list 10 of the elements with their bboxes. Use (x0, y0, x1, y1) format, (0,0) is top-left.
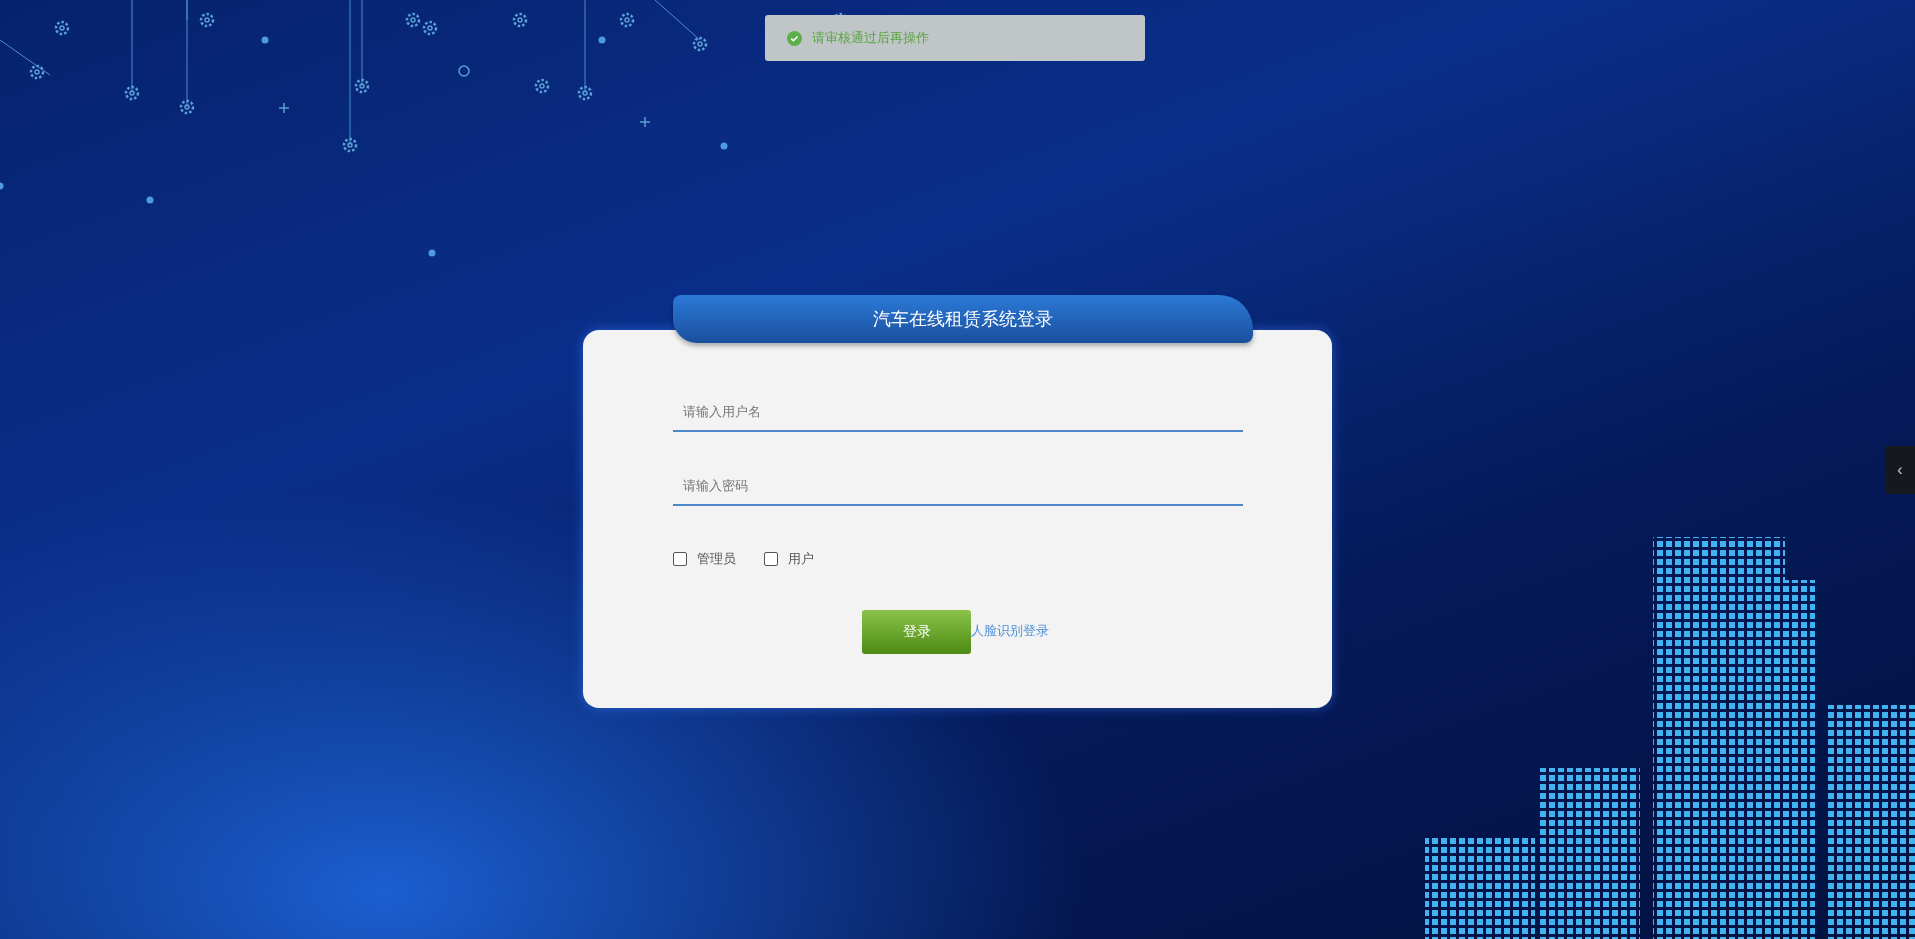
check-circle-icon (787, 30, 802, 46)
login-title: 汽车在线租赁系统登录 (873, 307, 1053, 331)
toast-text: 请审核通过后再操作 (812, 29, 929, 47)
username-field[interactable]: 请输入用户名 (673, 392, 1243, 432)
role-checkbox[interactable] (673, 552, 687, 566)
password-field[interactable]: 请输入密码 (673, 466, 1243, 506)
side-panel-toggle[interactable]: ‹ (1885, 446, 1915, 494)
role-checkbox[interactable] (764, 552, 778, 566)
role-label[interactable]: 管理员 (697, 550, 736, 568)
role-label[interactable]: 用户 (788, 550, 814, 568)
